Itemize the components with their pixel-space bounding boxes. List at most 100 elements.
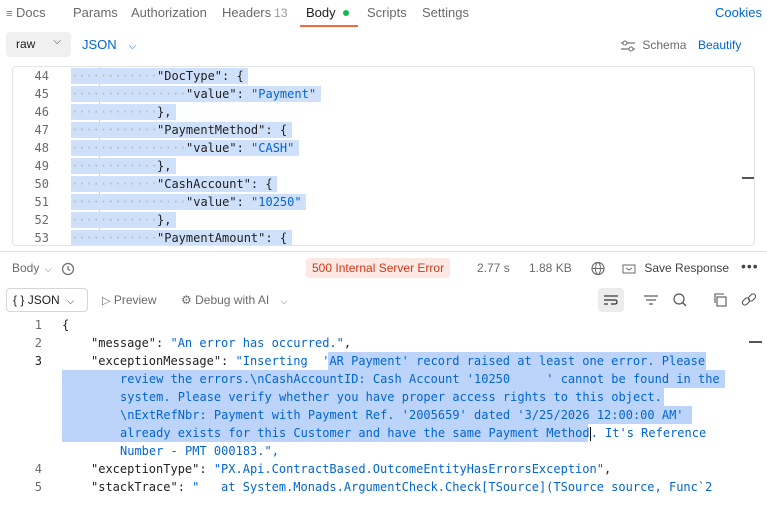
active-tab-underline: [300, 25, 358, 27]
line-number: 47: [34, 123, 49, 137]
line-number: 48: [34, 141, 49, 155]
whitespace-dots: ············: [71, 123, 158, 137]
json-string: system. Please verify whether you have p…: [120, 390, 662, 404]
tab-body[interactable]: Body: [306, 5, 349, 20]
search-icon[interactable]: [672, 288, 694, 312]
tab-authorization[interactable]: Authorization: [131, 5, 207, 20]
response-time[interactable]: 2.77 s: [477, 261, 510, 275]
chevron-down-icon: ⌵: [67, 296, 74, 306]
request-body-editor[interactable]: 44 ············ "DocType": {45 ············…: [12, 66, 755, 246]
tab-body-label: Body: [306, 5, 336, 20]
request-line: 51 ················ "value": "10250": [13, 193, 754, 211]
json-string: . It's Reference: [590, 426, 707, 440]
request-line: 52 ············},: [13, 211, 754, 229]
docs-icon: ≡: [6, 8, 13, 20]
save-response-label: Save Response: [644, 261, 730, 275]
line-number: 1: [34, 318, 42, 332]
response-line: 2 "message": "An error has occurred.",: [0, 334, 767, 352]
whitespace-dots: ············: [71, 69, 158, 83]
whitespace-dots: ············: [71, 105, 158, 119]
filter-icon[interactable]: [643, 288, 665, 312]
preview-label: Preview: [113, 293, 157, 307]
copy-icon[interactable]: [713, 288, 735, 312]
response-body-selector[interactable]: Body ⌵: [12, 261, 75, 276]
tab-docs-label: Docs: [16, 5, 46, 20]
debug-with-ai-button[interactable]: ⚙ Debug with AI ⌵: [181, 293, 287, 307]
play-icon: ▷: [102, 295, 111, 307]
history-icon[interactable]: [61, 262, 75, 276]
response-size[interactable]: 1.88 KB: [529, 261, 572, 275]
tab-scripts[interactable]: Scripts: [367, 5, 407, 20]
pane-divider[interactable]: [0, 251, 767, 252]
response-controls: { } JSON ⌵ ▷ Preview ⚙ Debug with AI ⌵: [0, 288, 767, 314]
line-number: 45: [34, 87, 49, 101]
response-format-select[interactable]: { } JSON ⌵: [6, 288, 88, 312]
wrap-icon: [603, 294, 619, 306]
json-string: "An error has occurred.": [170, 336, 344, 350]
response-body-viewer[interactable]: 1 { 2 "message": "An error has occurred.…: [0, 316, 767, 506]
tab-docs[interactable]: ≡ Docs: [6, 5, 46, 20]
line-text: "value": "CASH": [186, 141, 295, 155]
request-line: 46 ············},: [13, 103, 754, 121]
network-globe-icon[interactable]: [591, 261, 606, 276]
scrollbar-marker[interactable]: [742, 177, 754, 179]
request-tabs: ≡ Docs Params Authorization Headers 13 Bo…: [0, 0, 767, 27]
line-text: },: [157, 105, 172, 119]
line-number: 44: [34, 69, 49, 83]
line-number: 52: [34, 213, 49, 227]
link-icon[interactable]: [741, 288, 763, 312]
line-number: 3: [34, 354, 42, 368]
line-text: "value": "Payment": [186, 87, 317, 101]
json-key: "value": [186, 87, 237, 101]
request-line: 45 ················ "value": "Payment": [13, 85, 754, 103]
whitespace-dots: ················: [71, 87, 187, 101]
line-content: already exists for this Customer and hav…: [120, 424, 706, 442]
tab-headers-label: Headers: [222, 5, 272, 20]
request-line: 53 ············ "PaymentAmount": {: [13, 229, 754, 245]
request-line: 50 ············ "CashAccount": {: [13, 175, 754, 193]
chevron-down-icon: ⌵: [128, 41, 137, 52]
request-line: 49 ············},: [13, 157, 754, 175]
save-response-icon: [622, 263, 638, 275]
tab-headers[interactable]: Headers 13: [222, 5, 288, 20]
body-mode-select[interactable]: raw ⌵: [6, 32, 71, 57]
request-line: 44 ············ "DocType": {: [13, 67, 754, 85]
tab-params[interactable]: Params: [73, 5, 118, 20]
request-line: 47 ············ "PaymentMethod": {: [13, 121, 754, 139]
beautify-button[interactable]: Beautify: [698, 38, 741, 52]
response-format-value: JSON: [27, 293, 60, 307]
line-number: 53: [34, 231, 49, 245]
chevron-down-icon: ⌵: [53, 36, 61, 47]
json-key: "stackTrace": [91, 480, 178, 494]
scrollbar-marker[interactable]: [749, 341, 762, 343]
schema-label: Schema: [642, 38, 687, 52]
line-number: 46: [34, 105, 49, 119]
line-number: 2: [34, 336, 42, 350]
status-badge[interactable]: 500 Internal Server Error: [306, 258, 451, 278]
whitespace-dots: ················: [71, 195, 187, 209]
chevron-down-icon: ⌵: [44, 264, 52, 274]
cookies-link[interactable]: Cookies: [715, 5, 762, 20]
json-string: "10250": [251, 195, 302, 209]
json-key: "message": [91, 336, 157, 350]
preview-button[interactable]: ▷ Preview: [102, 293, 157, 307]
json-string: review the errors.\nCashAccountID: Cash …: [120, 372, 720, 386]
line-number: 50: [34, 177, 49, 191]
line-content: "message": "An error has occurred.",: [91, 336, 352, 350]
content-type-select[interactable]: JSON ⌵: [82, 37, 136, 52]
wrap-lines-button[interactable]: [598, 288, 624, 312]
whitespace-dots: ············: [71, 177, 158, 191]
save-response-button[interactable]: Save Response: [622, 261, 729, 275]
response-line: 3 "exceptionMessage": "Inserting 'AR Pay…: [0, 352, 767, 370]
wrapped-line: already exists for this Customer and hav…: [0, 424, 767, 442]
line-content: "stackTrace": " at System.Monads.Argumen…: [91, 480, 713, 494]
more-options-icon[interactable]: •••: [741, 258, 759, 274]
line-content: "exceptionMessage": "Inserting 'AR Payme…: [91, 354, 706, 368]
schema-button[interactable]: Schema: [620, 38, 686, 52]
json-string: already exists for this Customer and hav…: [120, 426, 590, 440]
response-line: 1 {: [0, 316, 767, 334]
body-active-dot: [342, 9, 349, 16]
whitespace-dots: ············: [71, 231, 158, 245]
tab-settings[interactable]: Settings: [422, 5, 469, 20]
line-text: },: [157, 213, 172, 227]
